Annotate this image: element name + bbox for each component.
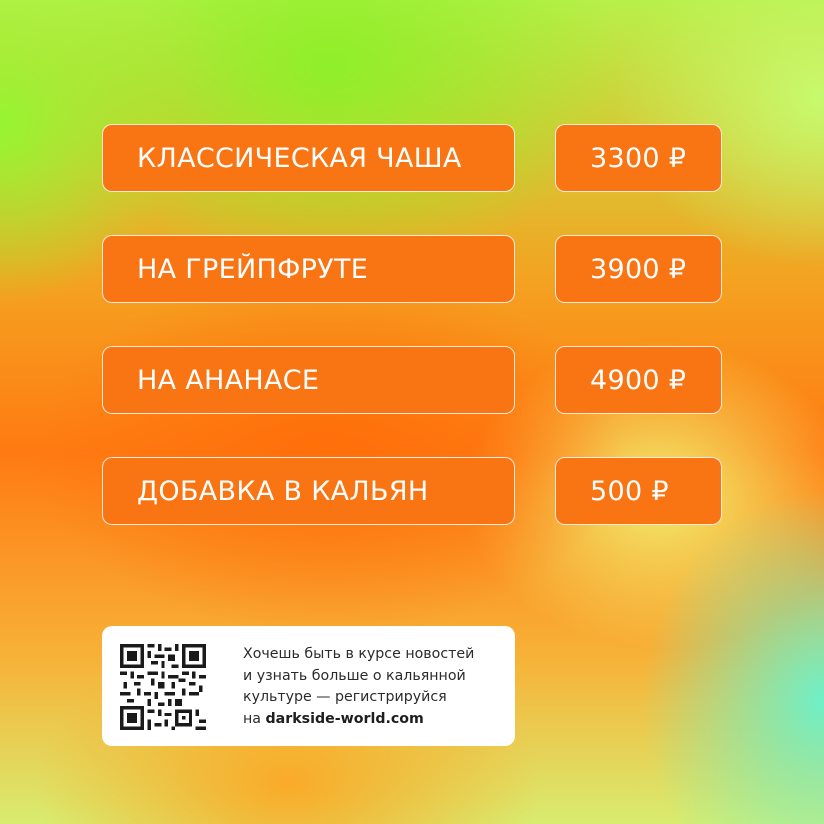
menu-item-name: НА АНАНАСЕ	[102, 346, 515, 414]
qr-code-icon[interactable]	[120, 644, 206, 730]
info-prefix: на	[243, 710, 266, 727]
menu-item-price: 500 ₽	[555, 457, 722, 525]
info-card: Хочешь быть в курсе новостей и узнать бо…	[102, 626, 515, 746]
menu-item-name: НА ГРЕЙПФРУТЕ	[102, 235, 515, 303]
menu-item-name: ДОБАВКА В КАЛЬЯН	[102, 457, 515, 525]
website-link[interactable]: darkside-world.com	[265, 711, 423, 727]
menu-item-price: 3300 ₽	[555, 124, 722, 192]
menu-item-name: КЛАССИЧЕСКАЯ ЧАША	[102, 124, 515, 192]
menu-item-price: 4900 ₽	[555, 346, 722, 414]
info-line: культуре — регистрируйся	[243, 689, 447, 705]
info-line: и узнать больше о кальянной	[243, 667, 466, 684]
info-line-website: на darkside-world.com	[243, 709, 505, 731]
info-line: Хочешь быть в курсе новостей	[243, 646, 475, 662]
menu-item-price: 3900 ₽	[555, 235, 722, 303]
info-text: Хочешь быть в курсе новостей и узнать бо…	[243, 644, 505, 730]
